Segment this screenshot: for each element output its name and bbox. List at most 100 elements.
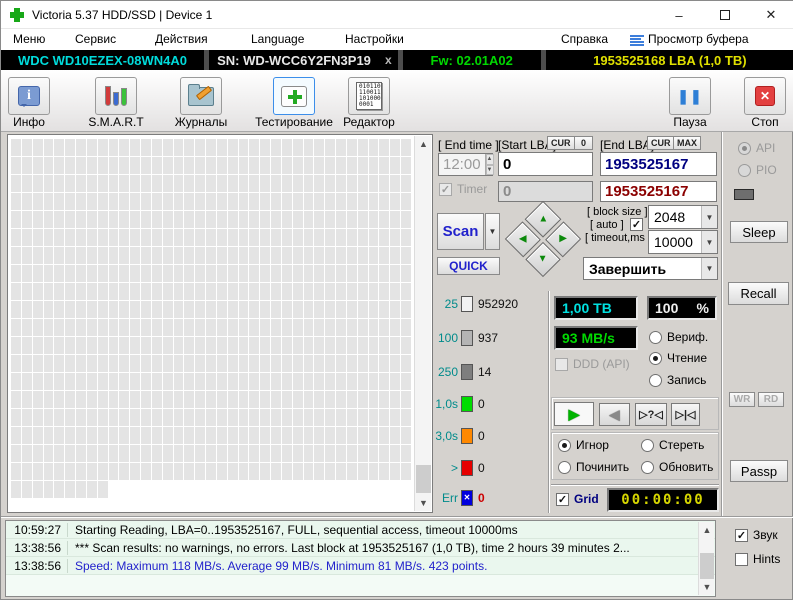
action-refresh[interactable]: Обновить bbox=[641, 460, 713, 474]
mode-read[interactable]: Чтение bbox=[649, 351, 707, 365]
start-lba-cur-button[interactable]: CUR bbox=[547, 136, 575, 150]
start-lba-input[interactable] bbox=[498, 152, 593, 176]
journals-button[interactable] bbox=[180, 77, 222, 115]
scanned-block bbox=[401, 283, 411, 300]
passp-button[interactable]: Passp bbox=[730, 460, 788, 482]
dropdown-arrow-icon[interactable]: ▼ bbox=[701, 206, 717, 228]
recall-button[interactable]: Recall bbox=[728, 282, 789, 305]
log-panel: 10:59:27Starting Reading, LBA=0..1953525… bbox=[5, 520, 716, 597]
hints-checkbox[interactable] bbox=[735, 553, 748, 566]
scrollbar-thumb[interactable] bbox=[416, 465, 431, 493]
after-action-combo[interactable]: Завершить▼ bbox=[583, 257, 718, 280]
menu-main[interactable]: Меню bbox=[13, 32, 45, 46]
end-lba-max-button[interactable]: MAX bbox=[673, 136, 701, 150]
end-time-spinner[interactable]: ▲▼ bbox=[485, 154, 494, 175]
device-model[interactable]: WDC WD10EZEX-08WN4A0 bbox=[1, 50, 204, 70]
action-erase[interactable]: Стереть bbox=[641, 438, 704, 452]
scrollbar-thumb[interactable] bbox=[700, 553, 714, 579]
write-radio[interactable] bbox=[649, 374, 662, 387]
action-ignore[interactable]: Игнор bbox=[558, 438, 609, 452]
api-mode-row[interactable]: API bbox=[738, 141, 775, 155]
scanned-block bbox=[304, 319, 314, 336]
end-lba-input[interactable] bbox=[600, 152, 717, 176]
scanned-block bbox=[347, 445, 357, 462]
seek-error-button[interactable]: ▷?◁ bbox=[635, 403, 667, 426]
scanned-block bbox=[163, 391, 173, 408]
repair-radio[interactable] bbox=[558, 461, 571, 474]
quick-button[interactable]: QUICK bbox=[437, 257, 500, 275]
scan-button[interactable]: Scan bbox=[437, 213, 484, 250]
erase-radio[interactable] bbox=[641, 439, 654, 452]
mode-verify[interactable]: Вериф. bbox=[649, 330, 708, 344]
ignore-radio[interactable] bbox=[558, 439, 571, 452]
grid-toggle-row[interactable]: Grid bbox=[556, 492, 599, 506]
ddd-api-row[interactable]: DDD (API) bbox=[555, 357, 630, 371]
action-repair[interactable]: Починить bbox=[558, 460, 629, 474]
ddd-checkbox[interactable] bbox=[555, 358, 568, 371]
stop-button[interactable]: ✕ bbox=[744, 77, 786, 115]
spin-up-icon[interactable]: ▲ bbox=[486, 154, 494, 165]
smart-button[interactable] bbox=[95, 77, 137, 115]
scanned-block bbox=[33, 301, 43, 318]
pio-radio[interactable] bbox=[738, 164, 751, 177]
read-radio[interactable] bbox=[649, 352, 662, 365]
scanned-block bbox=[44, 463, 54, 480]
menu-buffer-view[interactable]: Просмотр буфера bbox=[648, 32, 749, 46]
timer-checkbox-row[interactable]: Timer bbox=[439, 182, 487, 196]
scanned-block bbox=[358, 373, 368, 390]
auto-checkbox[interactable] bbox=[630, 218, 643, 231]
scanned-block bbox=[228, 193, 238, 210]
grid-checkbox[interactable] bbox=[556, 493, 569, 506]
scanned-block bbox=[249, 409, 259, 426]
menu-service[interactable]: Сервис bbox=[75, 32, 116, 46]
dropdown-arrow-icon[interactable]: ▼ bbox=[701, 258, 717, 279]
close-button[interactable]: ✕ bbox=[748, 1, 793, 29]
spin-down-icon[interactable]: ▼ bbox=[486, 165, 494, 176]
scanned-block bbox=[390, 427, 400, 444]
sleep-button[interactable]: Sleep bbox=[730, 221, 788, 243]
hints-toggle-row[interactable]: Hints bbox=[735, 552, 780, 566]
end-lba-cur-button[interactable]: CUR bbox=[647, 136, 675, 150]
sound-checkbox[interactable] bbox=[735, 529, 748, 542]
scroll-down-icon[interactable]: ▼ bbox=[699, 579, 715, 595]
rd-button[interactable]: RD bbox=[758, 392, 784, 407]
pause-button[interactable]: ❚❚ bbox=[669, 77, 711, 115]
scanned-block bbox=[33, 211, 43, 228]
mode-write[interactable]: Запись bbox=[649, 373, 706, 387]
scanned-block bbox=[87, 319, 97, 336]
block-size-combo[interactable]: 2048▼ bbox=[648, 205, 718, 229]
pio-mode-row[interactable]: PIO bbox=[738, 163, 777, 177]
scan-dropdown-button[interactable]: ▼ bbox=[485, 213, 500, 250]
dropdown-arrow-icon[interactable]: ▼ bbox=[701, 231, 717, 253]
verify-radio[interactable] bbox=[649, 331, 662, 344]
scanned-block bbox=[195, 211, 205, 228]
block-map-scrollbar[interactable]: ▲ ▼ bbox=[414, 136, 431, 511]
sound-toggle-row[interactable]: Звук bbox=[735, 528, 778, 542]
refresh-radio[interactable] bbox=[641, 461, 654, 474]
info-button[interactable]: i bbox=[8, 77, 50, 115]
step-button[interactable]: ▷|◁ bbox=[671, 403, 700, 426]
scroll-down-icon[interactable]: ▼ bbox=[415, 495, 432, 511]
api-radio[interactable] bbox=[738, 142, 751, 155]
device-tab-close-icon[interactable]: x bbox=[379, 50, 398, 70]
menu-language[interactable]: Language bbox=[251, 32, 304, 46]
scanned-block bbox=[314, 283, 324, 300]
maximize-button[interactable] bbox=[702, 1, 748, 29]
menu-help[interactable]: Справка bbox=[561, 32, 608, 46]
log-scrollbar[interactable]: ▲ ▼ bbox=[698, 522, 714, 595]
timer-checkbox[interactable] bbox=[439, 183, 452, 196]
editor-button[interactable]: 010110 110011 101000 0001 bbox=[348, 77, 390, 115]
start-lba-zero-button[interactable]: 0 bbox=[574, 136, 593, 150]
scroll-up-icon[interactable]: ▲ bbox=[415, 136, 432, 152]
testing-button[interactable] bbox=[273, 77, 315, 115]
scanned-block bbox=[239, 283, 249, 300]
scanned-block bbox=[325, 211, 335, 228]
wr-button[interactable]: WR bbox=[729, 392, 755, 407]
play-button[interactable]: ▶ bbox=[554, 402, 594, 426]
minimize-button[interactable]: – bbox=[656, 1, 702, 29]
scroll-up-icon[interactable]: ▲ bbox=[699, 522, 715, 538]
back-button[interactable]: ◀ bbox=[599, 403, 630, 426]
menu-actions[interactable]: Действия bbox=[155, 32, 208, 46]
timeout-combo[interactable]: 10000▼ bbox=[648, 230, 718, 254]
menu-settings[interactable]: Настройки bbox=[345, 32, 404, 46]
